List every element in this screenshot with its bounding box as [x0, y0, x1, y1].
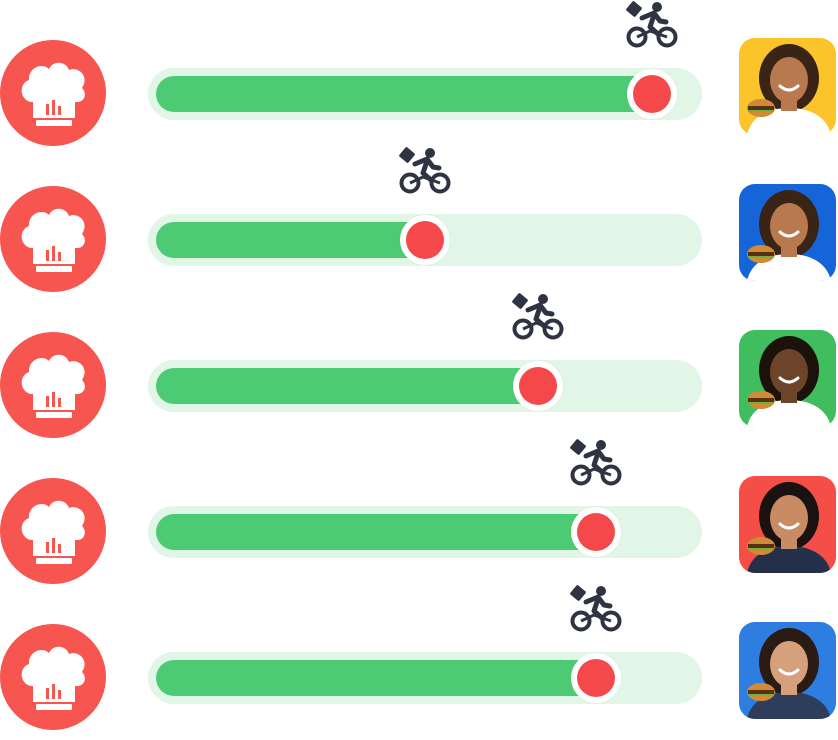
- customer-avatar: [739, 38, 836, 135]
- order-row: [0, 292, 838, 438]
- customer-avatar: [739, 330, 836, 427]
- chef-hat-icon: [21, 646, 85, 710]
- delivery-bike-icon: [568, 439, 624, 487]
- delivery-bike-icon: [510, 293, 566, 341]
- customer-avatar: [739, 476, 836, 573]
- customer-photo: [739, 38, 836, 135]
- delivery-progress-track: [148, 214, 702, 266]
- customer-photo: [739, 330, 836, 427]
- chef-hat-icon: [21, 500, 85, 564]
- order-row: [0, 146, 838, 292]
- delivery-progress-track: [148, 68, 702, 120]
- delivery-progress-fill: [156, 222, 433, 258]
- delivery-bike-icon: [568, 585, 624, 633]
- restaurant-badge: [0, 332, 106, 438]
- restaurant-badge: [0, 40, 106, 146]
- restaurant-badge: [0, 186, 106, 292]
- delivery-progress-track: [148, 506, 702, 558]
- delivery-position-marker: [571, 507, 621, 557]
- delivery-position-marker: [627, 69, 677, 119]
- customer-photo: [739, 476, 836, 573]
- customer-photo: [739, 184, 836, 281]
- delivery-position-marker: [400, 215, 450, 265]
- customer-avatar: [739, 622, 836, 719]
- restaurant-badge: [0, 478, 106, 584]
- order-row: [0, 0, 838, 146]
- chef-hat-icon: [21, 62, 85, 126]
- delivery-progress-track: [148, 360, 702, 412]
- delivery-progress-fill: [156, 76, 660, 112]
- customer-photo: [739, 622, 836, 719]
- delivery-bike-icon: [624, 1, 680, 49]
- delivery-progress-track: [148, 652, 702, 704]
- delivery-progress-fill: [156, 514, 604, 550]
- chef-hat-icon: [21, 208, 85, 272]
- customer-avatar: [739, 184, 836, 281]
- restaurant-badge: [0, 624, 106, 730]
- delivery-progress-fill: [156, 660, 604, 696]
- order-row: [0, 584, 838, 730]
- order-row: [0, 438, 838, 584]
- delivery-bike-icon: [397, 147, 453, 195]
- chef-hat-icon: [21, 354, 85, 418]
- delivery-progress-fill: [156, 368, 546, 404]
- delivery-position-marker: [571, 653, 621, 703]
- delivery-position-marker: [513, 361, 563, 411]
